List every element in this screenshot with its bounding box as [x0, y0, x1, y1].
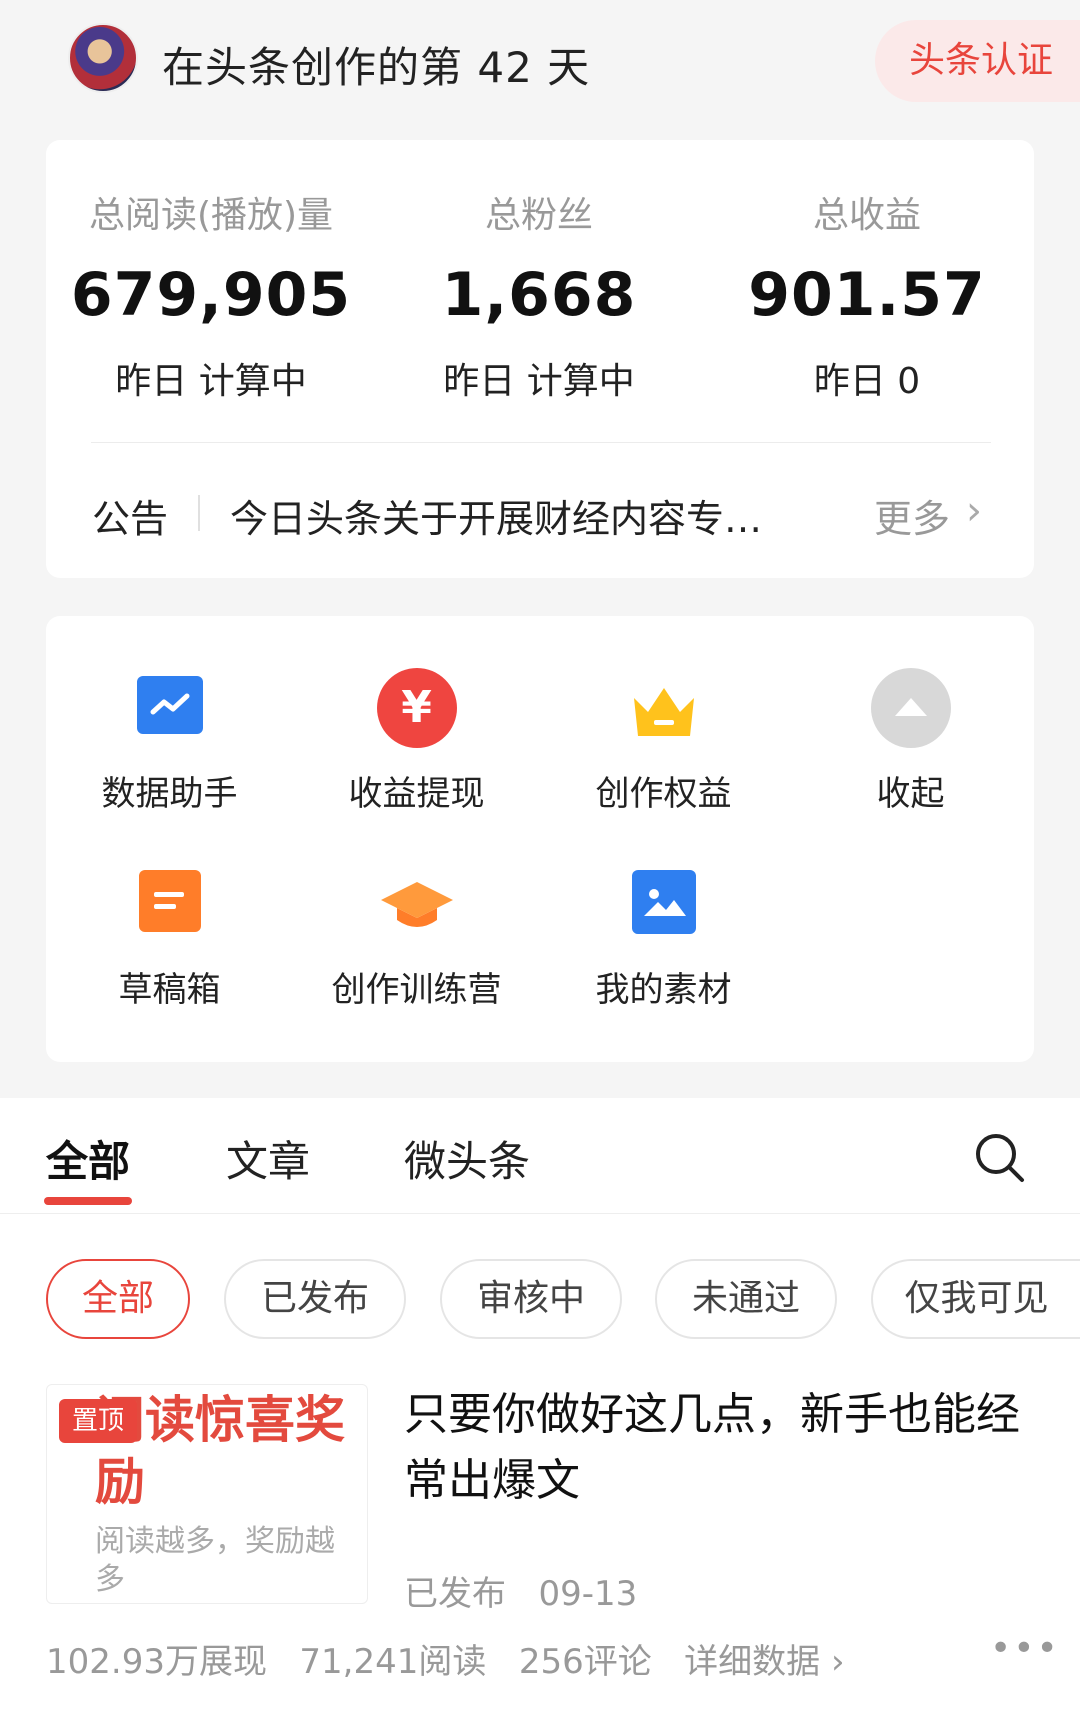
stat-yesterday: 昨日 计算中 [115, 361, 307, 402]
toutiao-certification-button[interactable]: 头条认证 [875, 20, 1080, 102]
tab-articles[interactable]: 文章 [226, 1128, 310, 1189]
filter-under-review[interactable]: 审核中 [440, 1259, 622, 1339]
tool-label: 数据助手 [101, 774, 238, 814]
page-title: 在头条创作的第 42 天 [162, 43, 591, 92]
yen-icon: ¥ [376, 668, 457, 748]
filter-rejected[interactable]: 未通过 [655, 1259, 837, 1339]
stat-value: 679,905 [70, 260, 352, 330]
tool-data-assistant[interactable]: 数据助手 [46, 616, 293, 814]
active-tab-indicator [44, 1197, 132, 1205]
detailed-data-link[interactable]: 详细数据 › [684, 1642, 844, 1682]
tool-label: 我的素材 [595, 970, 732, 1010]
tab-all[interactable]: 全部 [46, 1128, 130, 1189]
reads-count: 71,241阅读 [299, 1642, 487, 1682]
impressions-count: 102.93万展现 [46, 1642, 267, 1682]
article-status: 已发布 [404, 1574, 506, 1614]
tool-label: 创作训练营 [331, 970, 502, 1010]
filter-published[interactable]: 已发布 [224, 1259, 406, 1339]
detailed-data-label: 详细数据 [684, 1642, 821, 1682]
article-date: 09-13 [538, 1574, 638, 1614]
comments-count: 256评论 [518, 1642, 652, 1682]
tool-label: 收起 [876, 774, 945, 814]
collapse-up-icon [870, 668, 951, 748]
crown-icon [624, 668, 704, 748]
notice-more-link[interactable]: 更多 [874, 488, 950, 543]
stat-label: 总粉丝 [484, 195, 593, 236]
thumbnail-subtitle: 阅读越多，奖励越多 [95, 1524, 335, 1597]
stat-value: 901.57 [748, 260, 986, 330]
filter-all[interactable]: 全部 [46, 1259, 190, 1339]
avatar[interactable] [68, 23, 138, 93]
tool-creator-rights[interactable]: 创作权益 [540, 616, 787, 814]
tool-my-materials[interactable]: 我的素材 [540, 812, 787, 1010]
stat-label: 总阅读(播放)量 [88, 195, 334, 236]
notice-separator [198, 495, 200, 531]
search-icon[interactable] [970, 1128, 1030, 1188]
header: 在头条创作的第 42 天 头条认证 [0, 0, 1080, 130]
tool-collapse[interactable]: 收起 [787, 616, 1034, 814]
more-options-icon[interactable]: ••• [990, 1628, 1060, 1669]
tool-label: 草稿箱 [118, 970, 221, 1010]
tools-card: 数据助手 ¥ 收益提现 创作权益 收起 草稿箱 创作训练营 我的素材 [46, 616, 1034, 1062]
content-list: 全部 已发布 审核中 未通过 仅我可见 阅读惊喜奖励 阅读越多，奖励越多 置顶 … [0, 1214, 1080, 1711]
tool-earnings-withdraw[interactable]: ¥ 收益提现 [293, 616, 540, 814]
tab-micro-posts[interactable]: 微头条 [404, 1128, 530, 1189]
stats-card: 总阅读(播放)量 679,905 昨日 计算中 总粉丝 1,668 昨日 计算中… [46, 140, 1034, 578]
draft-box-icon [138, 870, 201, 932]
content-tabs: 全部 文章 微头条 [0, 1098, 1080, 1214]
chevron-right-icon[interactable]: › [966, 488, 982, 534]
tool-label: 创作权益 [595, 774, 732, 814]
notice-label: 公告 [92, 497, 169, 541]
stat-label: 总收益 [812, 195, 921, 236]
stat-yesterday: 昨日 0 [813, 361, 921, 402]
chevron-right-icon: › [830, 1642, 845, 1682]
graduation-cap-icon [377, 864, 457, 944]
article-status-line: 已发布 09-13 [404, 1566, 637, 1615]
tool-training-camp[interactable]: 创作训练营 [293, 812, 540, 1010]
stat-value: 1,668 [441, 260, 637, 330]
divider [91, 442, 991, 443]
image-icon [631, 870, 696, 934]
filter-private[interactable]: 仅我可见 [871, 1259, 1080, 1339]
article-stats: 102.93万展现 71,241阅读 256评论 详细数据 › [46, 1634, 845, 1683]
article-title[interactable]: 只要你做好这几点，新手也能经常出爆文 [404, 1382, 1024, 1514]
article-thumbnail[interactable]: 阅读惊喜奖励 阅读越多，奖励越多 置顶 [46, 1384, 368, 1604]
tool-drafts[interactable]: 草稿箱 [46, 812, 293, 1010]
tool-label: 收益提现 [348, 774, 485, 814]
notice-text[interactable]: 今日头条关于开展财经内容专… [230, 488, 810, 543]
page: 在头条创作的第 42 天 头条认证 总阅读(播放)量 679,905 昨日 计算… [0, 0, 1080, 1711]
stat-yesterday: 昨日 计算中 [443, 361, 635, 402]
pinned-badge: 置顶 [59, 1399, 137, 1443]
chart-trend-icon [136, 676, 203, 734]
